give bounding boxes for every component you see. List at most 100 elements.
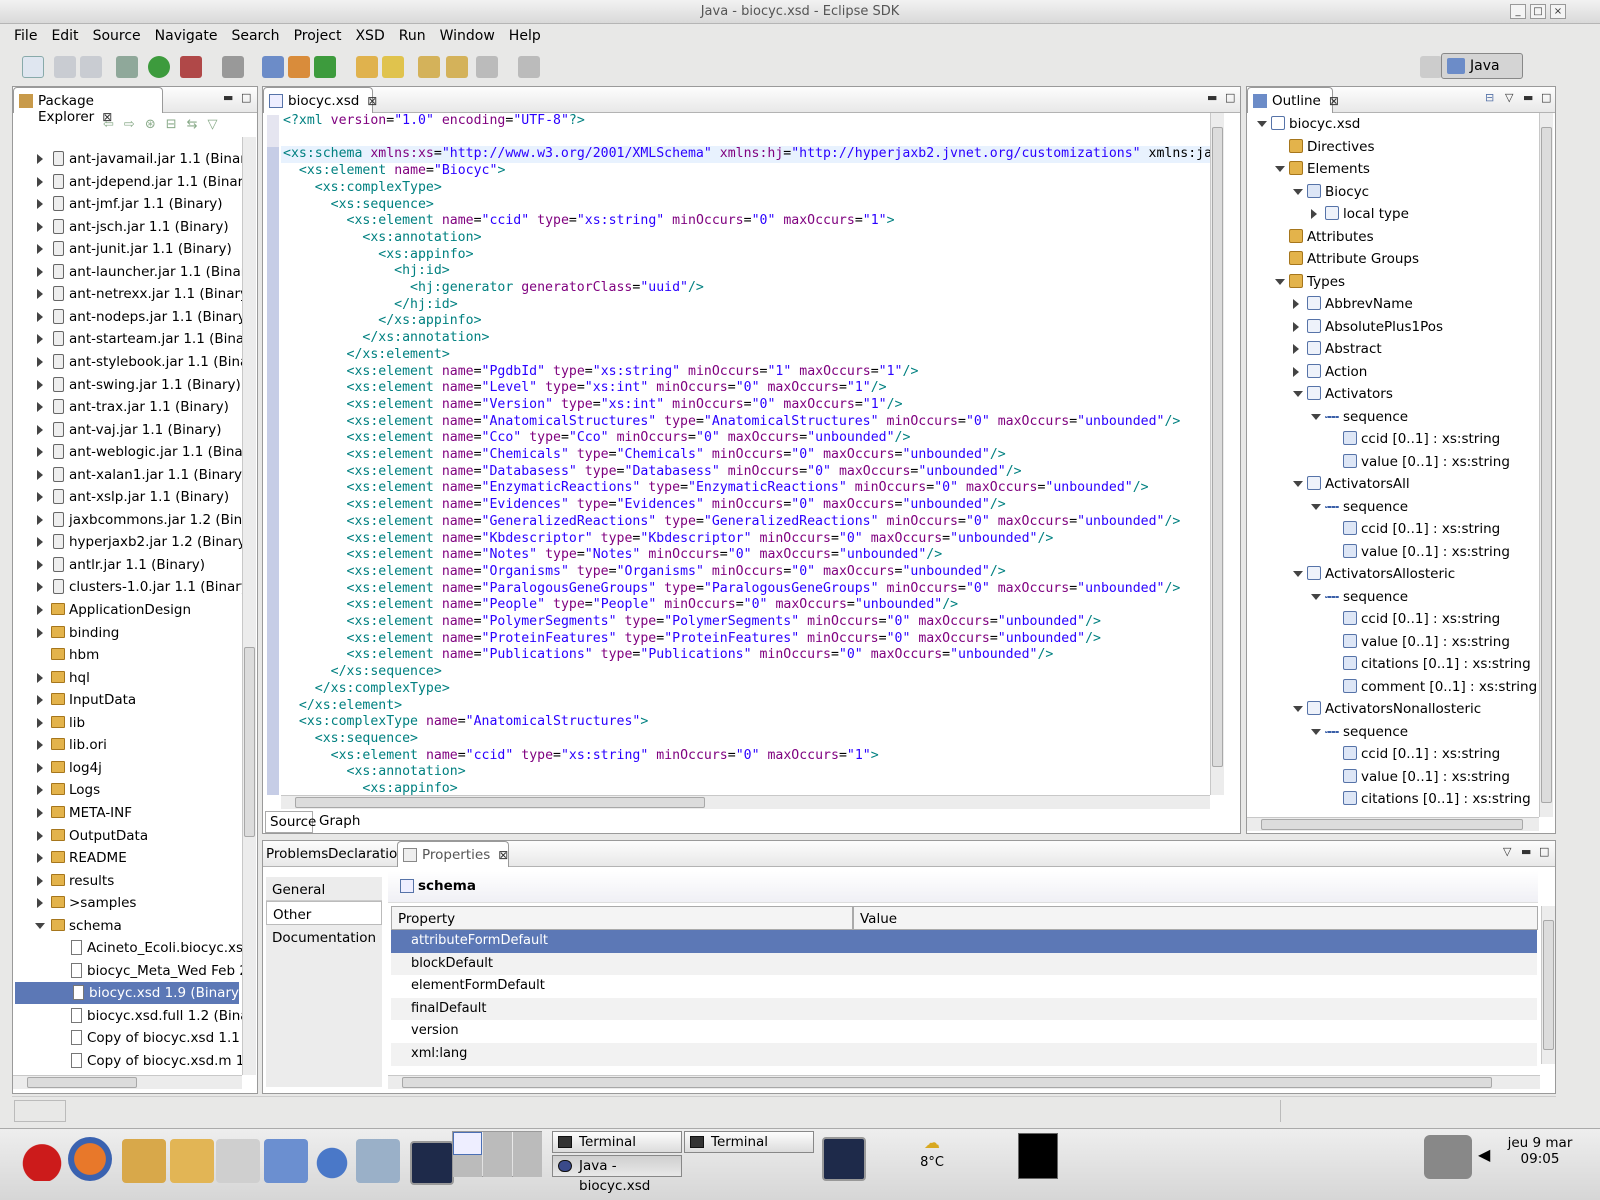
property-row[interactable]: xml:lang — [391, 1043, 1537, 1066]
code-line[interactable]: <xs:element name="People" type="People" … — [283, 597, 959, 614]
outline-item[interactable]: comment [0..1] : xs:string — [1247, 676, 1537, 698]
file-item[interactable]: biocyc.xsd.full 1.2 (Binar — [13, 1005, 242, 1027]
code-line[interactable]: <xs:sequence> — [283, 731, 418, 748]
code-line[interactable]: <xs:annotation> — [283, 230, 481, 247]
code-line[interactable]: <xs:element name="Cco" type="Cco" minOcc… — [283, 430, 911, 447]
menu-edit[interactable]: Edit — [44, 24, 85, 44]
code-line[interactable]: <xs:element name="Level" type="xs:int" m… — [283, 380, 887, 397]
run-icon[interactable] — [148, 56, 170, 78]
outline-item[interactable]: local type — [1247, 203, 1537, 225]
jar-item[interactable]: ant-javamail.jar 1.1 (Binary) — [13, 148, 242, 170]
run-external-icon[interactable] — [180, 56, 202, 78]
home-folder-icon[interactable] — [122, 1139, 166, 1183]
code-line[interactable]: </xs:element> — [283, 698, 402, 715]
expand-icon[interactable] — [37, 785, 43, 796]
clock[interactable]: jeu 9 mar 09:05 — [1500, 1135, 1580, 1167]
workspace-4[interactable] — [453, 1155, 482, 1177]
folder-item[interactable]: hql — [13, 667, 242, 689]
code-line[interactable]: <xs:element name="AnatomicalStructures" … — [283, 414, 1181, 431]
expand-icon[interactable] — [1293, 366, 1299, 377]
column-header-property[interactable]: Property — [391, 906, 853, 930]
menu-file[interactable]: File — [0, 24, 44, 44]
folder-item[interactable]: Logs — [13, 779, 242, 801]
collapse-icon[interactable] — [1293, 481, 1303, 487]
code-line[interactable]: <xs:element name="ParalogousGeneGroups" … — [283, 581, 1181, 598]
property-row[interactable]: attributeFormDefault — [391, 930, 1537, 953]
system-monitor-icon[interactable] — [1018, 1133, 1058, 1179]
menu-navigate[interactable]: Navigate — [148, 24, 225, 44]
outline-item[interactable]: ActivatorsAllosteric — [1247, 563, 1537, 585]
jar-item[interactable]: ant-jdepend.jar 1.1 (Binary) — [13, 171, 242, 193]
outline-item[interactable]: ccid [0..1] : xs:string — [1247, 743, 1537, 765]
outline-item[interactable]: sequence — [1247, 721, 1537, 743]
expand-icon[interactable] — [37, 424, 43, 435]
outline-item[interactable]: Attribute Groups — [1247, 248, 1537, 270]
collapse-icon[interactable] — [35, 922, 45, 929]
code-line[interactable]: <xs:appinfo> — [283, 781, 457, 795]
code-line[interactable]: <xs:element name="PolymerSegments" type=… — [283, 614, 1101, 631]
jar-item[interactable]: ant-swing.jar 1.1 (Binary) — [13, 374, 242, 396]
terminal-launcher-icon[interactable] — [822, 1137, 866, 1181]
code-line[interactable]: <xs:appinfo> — [283, 247, 473, 264]
outline-item[interactable]: value [0..1] : xs:string — [1247, 541, 1537, 563]
column-header-value[interactable]: Value — [853, 906, 1538, 930]
expand-icon[interactable] — [37, 582, 43, 593]
expand-icon[interactable] — [37, 672, 43, 683]
code-line[interactable]: <xs:element name="Biocyc"> — [283, 163, 506, 180]
back-icon[interactable]: ⇦ — [103, 117, 124, 132]
code-line[interactable]: <xs:element name="GeneralizedReactions" … — [283, 514, 1181, 531]
expand-icon[interactable] — [37, 807, 43, 818]
expand-icon[interactable] — [1293, 321, 1299, 332]
code-line[interactable]: <xs:sequence> — [283, 197, 434, 214]
outline-item[interactable]: Types — [1247, 271, 1537, 293]
tab-problems[interactable]: Problems — [266, 846, 328, 862]
folder-item[interactable]: log4j — [13, 757, 242, 779]
camera-icon[interactable] — [1424, 1135, 1472, 1179]
code-line[interactable]: <hj:generator generatorClass="uuid"/> — [283, 280, 704, 297]
expand-icon[interactable] — [37, 447, 43, 458]
folder-item[interactable]: META-INF — [13, 802, 242, 824]
debug-icon[interactable] — [116, 56, 138, 78]
back-icon[interactable] — [446, 56, 468, 78]
code-line[interactable]: <xs:complexType> — [283, 180, 442, 197]
package-explorer-hscroll[interactable] — [13, 1075, 242, 1089]
code-line[interactable]: </xs:appinfo> — [283, 313, 481, 330]
code-line[interactable]: </xs:sequence> — [283, 664, 442, 681]
side-tab-documentation[interactable]: Documentation — [266, 925, 382, 949]
link-editor-icon[interactable]: ⇆ — [187, 117, 208, 132]
file-item[interactable]: biocyc_Meta_Wed Feb 22 — [13, 960, 242, 982]
expand-icon[interactable] — [37, 492, 43, 503]
maximize-button[interactable]: □ — [1530, 4, 1546, 19]
code-line[interactable]: <xs:element name="PgdbId" type="xs:strin… — [283, 364, 919, 381]
open-type-icon[interactable] — [356, 56, 378, 78]
outline-item[interactable]: sequence — [1247, 586, 1537, 608]
folder-item[interactable]: ApplicationDesign — [13, 599, 242, 621]
taskbar-terminal-1[interactable]: Terminal — [552, 1131, 682, 1153]
scroll-thumb[interactable] — [1212, 127, 1223, 767]
presentation-icon[interactable] — [264, 1139, 308, 1183]
collapse-icon[interactable] — [1311, 593, 1321, 600]
expand-icon[interactable] — [37, 154, 43, 164]
minimize-icon[interactable]: ▬ — [1521, 845, 1531, 858]
collapse-icon[interactable] — [1257, 121, 1267, 127]
jar-item[interactable]: ant-stylebook.jar 1.1 (Binary) — [13, 351, 242, 373]
expand-icon[interactable] — [37, 875, 43, 886]
up-icon[interactable]: ⊛ — [145, 117, 166, 132]
property-row[interactable]: version — [391, 1020, 1537, 1043]
outline-item[interactable]: biocyc.xsd — [1247, 113, 1537, 135]
outline-item[interactable]: ccid [0..1] : xs:string — [1247, 428, 1537, 450]
search-icon[interactable] — [382, 56, 404, 78]
jar-item[interactable]: ant-jmf.jar 1.1 (Binary) — [13, 193, 242, 215]
menu-source[interactable]: Source — [86, 24, 148, 44]
workspace-2[interactable] — [483, 1132, 512, 1155]
outline-item[interactable]: value [0..1] : xs:string — [1247, 631, 1537, 653]
folder-item[interactable]: schema — [13, 915, 242, 937]
workspace-1[interactable] — [453, 1132, 482, 1155]
outline-item[interactable]: sequence — [1247, 406, 1537, 428]
outline-item[interactable]: Directives — [1247, 136, 1537, 158]
print-icon[interactable] — [80, 56, 102, 78]
code-line[interactable]: <xs:element name="Kbdescriptor" type="Kb… — [283, 531, 1054, 548]
folder-icon[interactable] — [170, 1139, 214, 1183]
folder-item[interactable]: lib — [13, 712, 242, 734]
collapse-icon[interactable] — [1293, 571, 1303, 577]
